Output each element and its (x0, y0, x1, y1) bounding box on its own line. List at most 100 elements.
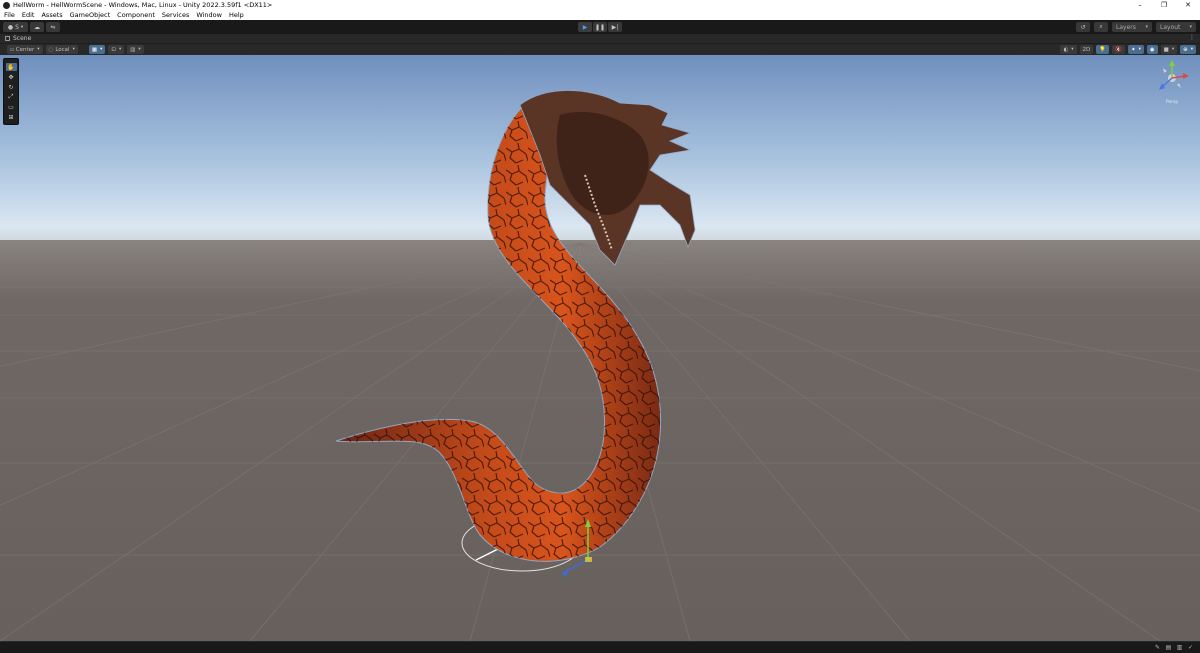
layout-dropdown[interactable]: Layout ▾ (1156, 22, 1196, 32)
menu-window[interactable]: Window (193, 11, 225, 19)
tools-overlay: ✋ ✥ ↻ ⤢ ▭ ⊞ (3, 58, 19, 125)
scene-tab-bar: Scene ⋮ (0, 34, 1200, 43)
axis-gizmo-icon (1159, 60, 1189, 90)
grid-icon: ▦ (91, 46, 98, 53)
cloud-button[interactable]: ☁ (30, 22, 44, 32)
scene-icon (5, 36, 10, 41)
audio-toggle[interactable]: 🔇 (1112, 45, 1125, 54)
space-dropdown[interactable]: ◌ Local ▾ (45, 45, 78, 54)
chevron-down-icon: ▾ (72, 47, 75, 52)
more-options-icon[interactable]: ⋮ (1189, 34, 1195, 41)
grid-snap-dropdown[interactable]: ▦ ▾ (88, 45, 106, 54)
cloud-icon: ☁ (34, 23, 40, 31)
camera-dropdown[interactable]: ■ ▾ (1160, 45, 1178, 54)
shading-icon: ◐ (1063, 46, 1069, 53)
auto-generate-icon[interactable]: ▤ (1165, 644, 1172, 651)
status-icons: ✎ ▤ ▥ ✓ (1154, 644, 1194, 651)
tab-scene[interactable]: Scene (0, 35, 31, 42)
camera-icon: ■ (1163, 46, 1169, 53)
check-icon[interactable]: ✓ (1187, 644, 1194, 651)
eye-icon: ◉ (1149, 46, 1155, 53)
chevron-down-icon: ▾ (100, 47, 103, 52)
rect-tool[interactable]: ▭ (6, 103, 17, 111)
search-button[interactable]: ⌕ (1094, 22, 1108, 32)
search-icon: ⌕ (1099, 23, 1103, 30)
pause-icon: ❚❚ (594, 23, 606, 31)
chevron-down-icon: ▾ (1138, 47, 1141, 52)
play-icon: ▶ (582, 23, 588, 31)
grid-plane-icon: ▥ (130, 46, 136, 53)
effects-dropdown[interactable]: ✦ ▾ (1127, 45, 1144, 54)
menu-edit[interactable]: Edit (19, 11, 38, 19)
space-label: Local (55, 46, 70, 53)
rect-icon: ▭ (8, 103, 14, 111)
menu-file[interactable]: File (1, 11, 18, 19)
main-toolbar: ● S ▾ ☁ ⇋ ▶ ❚❚ ▶| ↺ ⌕ Layers ▾ Layout ▾ (0, 20, 1200, 34)
space-icon: ◌ (48, 46, 54, 53)
layout-label: Layout (1160, 23, 1181, 31)
effects-icon: ✦ (1130, 46, 1136, 53)
menu-gameobject[interactable]: GameObject (67, 11, 114, 19)
scale-tool[interactable]: ⤢ (6, 93, 17, 101)
rotate-tool[interactable]: ↻ (6, 83, 17, 91)
chevron-down-icon: ▾ (1171, 47, 1175, 52)
draw-mode-dropdown[interactable]: ◐ ▾ (1060, 45, 1077, 54)
scene-toolbar-right: ◐ ▾ 2D 💡 🔇 ✦ ▾ ◉ ■ ▾ ⊕ ▾ (1060, 45, 1196, 54)
restore-button[interactable]: ❐ (1152, 0, 1176, 10)
scene-viewport[interactable]: ✋ ✥ ↻ ⤢ ▭ ⊞ Persp (0, 55, 1200, 641)
status-bar: ✎ ▤ ▥ ✓ (0, 641, 1200, 653)
debug-icon[interactable]: ✎ (1154, 644, 1161, 651)
menu-component[interactable]: Component (114, 11, 158, 19)
step-icon: ▶| (611, 23, 619, 31)
collab-status-icon[interactable]: ▥ (1176, 644, 1183, 651)
collab-button[interactable]: ⇋ (46, 22, 60, 32)
pause-button[interactable]: ❚❚ (593, 22, 607, 32)
move-tool[interactable]: ✥ (6, 73, 17, 81)
pivot-dropdown[interactable]: ▫ Center ▾ (7, 45, 43, 54)
unity-logo-icon (3, 1, 10, 9)
projection-label[interactable]: Persp (1152, 100, 1192, 105)
orientation-gizmo[interactable]: Persp (1152, 58, 1192, 108)
title-bar: HellWorm - HellWormScene - Windows, Mac,… (0, 0, 1200, 10)
toggle-2d-button[interactable]: 2D (1079, 45, 1094, 54)
chevron-down-icon: ▾ (37, 47, 40, 52)
lighting-toggle[interactable]: 💡 (1096, 45, 1110, 54)
chevron-down-icon: ▾ (1071, 47, 1074, 52)
menu-services[interactable]: Services (159, 11, 192, 19)
chevron-down-icon: ▾ (1145, 24, 1148, 30)
toolbar-right: ↺ ⌕ Layers ▾ Layout ▾ (1076, 22, 1196, 32)
snap-increment-dropdown[interactable]: ⊡ ▾ (108, 45, 125, 54)
transform-icon: ⊞ (8, 113, 14, 121)
window-controls: – ❐ ✕ (1128, 0, 1200, 10)
play-button[interactable]: ▶ (578, 22, 592, 32)
tab-scene-label: Scene (13, 35, 32, 42)
step-button[interactable]: ▶| (608, 22, 622, 32)
account-icon: ● (7, 23, 14, 31)
grid-plane-dropdown[interactable]: ▥ ▾ (127, 45, 144, 54)
menu-bar: File Edit Assets GameObject Component Se… (0, 10, 1200, 20)
scene-toolbar: ▫ Center ▾ ◌ Local ▾ ▦ ▾ ⊡ ▾ ▥ ▾ ◐ ▾ 2D … (0, 43, 1200, 55)
play-controls: ▶ ❚❚ ▶| (578, 22, 622, 32)
layers-dropdown[interactable]: Layers ▾ (1112, 22, 1152, 32)
light-bulb-icon: 💡 (1099, 46, 1107, 53)
close-button[interactable]: ✕ (1176, 0, 1200, 10)
chevron-down-icon: ▾ (1190, 47, 1193, 52)
hand-tool[interactable]: ✋ (5, 63, 17, 71)
gizmos-dropdown[interactable]: ⊕ ▾ (1180, 45, 1196, 54)
pivot-label: Center (15, 46, 35, 53)
scene-render (0, 55, 1200, 641)
rotate-icon: ↻ (8, 83, 14, 91)
chevron-down-icon: ▾ (138, 47, 141, 52)
minimize-button[interactable]: – (1128, 0, 1152, 10)
transform-tool[interactable]: ⊞ (6, 113, 17, 121)
undo-history-button[interactable]: ↺ (1076, 22, 1090, 32)
layers-label: Layers (1116, 23, 1136, 31)
hand-icon: ✋ (7, 63, 15, 71)
menu-help[interactable]: Help (226, 11, 247, 19)
account-dropdown[interactable]: ● S ▾ (3, 22, 28, 32)
move-icon: ✥ (8, 73, 14, 81)
gizmos-icon: ⊕ (1183, 46, 1188, 53)
chevron-down-icon: ▾ (118, 47, 122, 52)
hidden-objects-toggle[interactable]: ◉ (1146, 45, 1158, 54)
menu-assets[interactable]: Assets (38, 11, 65, 19)
